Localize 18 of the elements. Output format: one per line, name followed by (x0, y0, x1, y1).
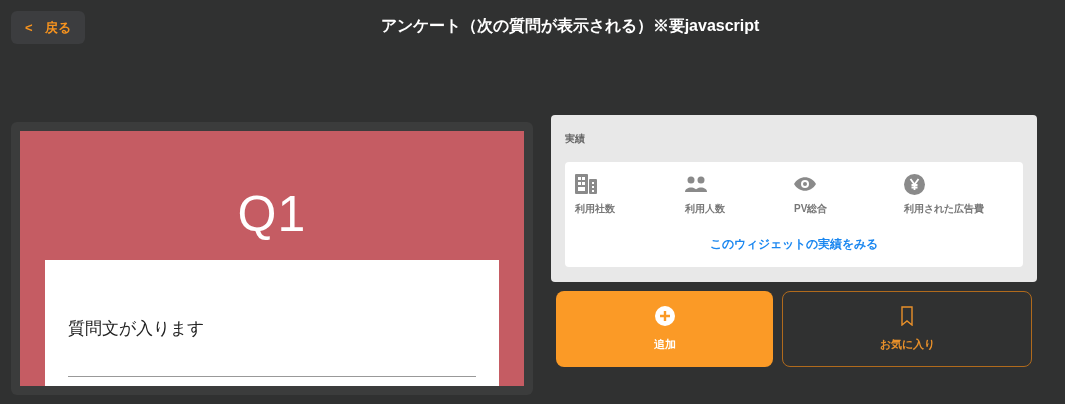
yen-icon (903, 173, 925, 195)
building-icon (575, 174, 597, 194)
favorite-button[interactable]: お気に入り (782, 291, 1032, 367)
question-text: 質問文が入ります (68, 319, 204, 338)
bookmark-icon (901, 305, 913, 326)
answer-line[interactable] (68, 375, 476, 377)
stat-label: 利用された広告費 (903, 202, 984, 216)
eye-icon (794, 177, 816, 191)
question-number: Q1 (237, 189, 307, 239)
stats-link[interactable]: このウィジェットの実績をみる (710, 235, 878, 253)
stat-label: PV総合 (794, 202, 828, 216)
stat-label: 利用人数 (684, 202, 725, 216)
stats-title: 実績 (565, 132, 586, 146)
plus-icon (654, 305, 675, 326)
stat-label: 利用社数 (575, 202, 615, 216)
back-button[interactable]: < 戻る (11, 11, 85, 44)
page-title: アンケート（次の質問が表示される）※要javascript (380, 16, 760, 36)
people-icon (684, 176, 707, 192)
